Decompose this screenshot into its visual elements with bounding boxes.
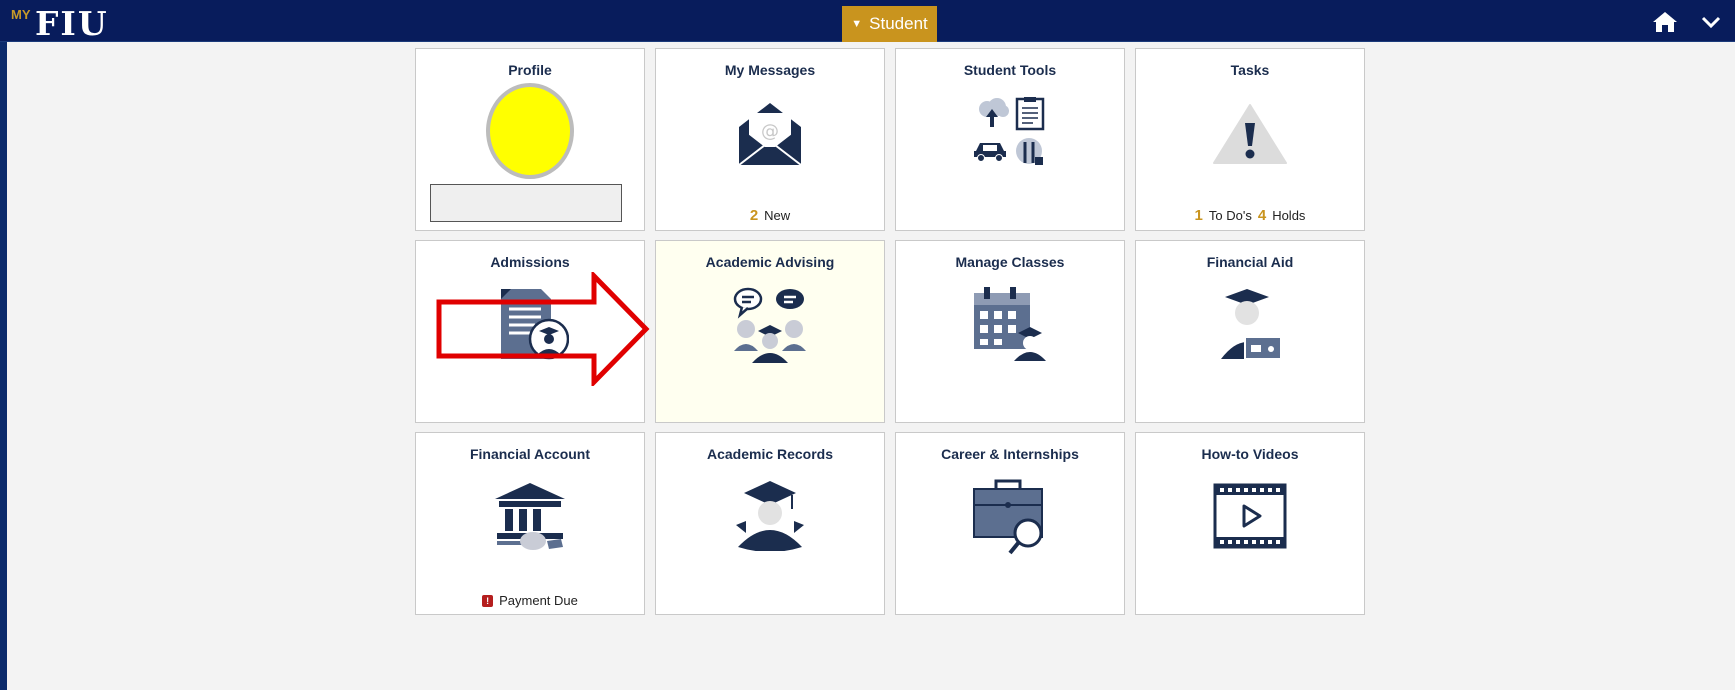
tile-student-tools[interactable]: Student Tools bbox=[895, 48, 1125, 231]
todo-count: 1 bbox=[1194, 207, 1203, 224]
calendar-icon bbox=[974, 287, 1046, 361]
payment-status-label: Payment Due bbox=[499, 593, 578, 608]
logo-my-text: MY bbox=[11, 7, 31, 22]
tile-title: Tasks bbox=[1230, 62, 1270, 78]
tile-career-internships[interactable]: Career & Internships bbox=[895, 432, 1125, 615]
caret-down-icon: ▼ bbox=[851, 18, 863, 30]
tile-title: Financial Aid bbox=[1206, 254, 1294, 270]
tile-title: Career & Internships bbox=[941, 446, 1079, 462]
alert-icon: ! bbox=[482, 594, 494, 607]
academic-advising-icon bbox=[733, 287, 806, 363]
home-icon[interactable] bbox=[1652, 10, 1678, 34]
tile-title: Manage Classes bbox=[955, 254, 1065, 270]
window-frame bbox=[0, 0, 7, 690]
holds-label: Holds bbox=[1272, 208, 1306, 223]
tile-my-messages[interactable]: My Messages @ 2 New bbox=[655, 48, 885, 231]
profile-name-box bbox=[430, 184, 622, 222]
chevron-down-icon[interactable] bbox=[1700, 14, 1722, 30]
warning-icon bbox=[1213, 104, 1287, 164]
annotation-arrow-icon bbox=[436, 272, 650, 386]
role-label: Student bbox=[869, 14, 928, 33]
tile-academic-advising[interactable]: Academic Advising bbox=[655, 240, 885, 423]
tile-tasks[interactable]: Tasks 1 To Do's 4 Holds bbox=[1135, 48, 1365, 231]
avatar bbox=[486, 83, 574, 179]
logo-fiu-text: FIU bbox=[35, 4, 109, 43]
todo-label: To Do's bbox=[1208, 208, 1252, 223]
tile-manage-classes[interactable]: Manage Classes bbox=[895, 240, 1125, 423]
student-tools-icon bbox=[974, 97, 1045, 165]
holds-count: 4 bbox=[1257, 207, 1267, 224]
tile-title: Admissions bbox=[490, 254, 570, 270]
tile-how-to-videos[interactable]: How-to Videos bbox=[1135, 432, 1365, 615]
tile-title: Financial Account bbox=[469, 446, 591, 462]
tile-title: Academic Advising bbox=[705, 254, 835, 270]
tile-title: My Messages bbox=[724, 62, 816, 78]
tile-title: Academic Records bbox=[706, 446, 834, 462]
envelope-icon: @ bbox=[738, 103, 802, 166]
tile-profile[interactable]: Profile bbox=[415, 48, 645, 231]
top-navigation-bar: MY FIU ▼ Student bbox=[0, 0, 1735, 42]
role-selector-button[interactable]: ▼ Student bbox=[842, 6, 937, 42]
graduate-icon bbox=[736, 481, 804, 551]
tile-financial-aid[interactable]: Financial Aid bbox=[1135, 240, 1365, 423]
bank-icon bbox=[495, 483, 565, 550]
tile-academic-records[interactable]: Academic Records bbox=[655, 432, 885, 615]
video-play-icon bbox=[1213, 483, 1287, 549]
new-messages-count: 2 bbox=[749, 207, 759, 224]
financial-aid-icon bbox=[1221, 289, 1282, 360]
tile-title: Student Tools bbox=[963, 62, 1057, 78]
svg-text:@: @ bbox=[761, 121, 779, 142]
tile-title: Profile bbox=[508, 62, 552, 78]
tile-financial-account[interactable]: Financial Account ! Payment Due bbox=[415, 432, 645, 615]
tile-title: How-to Videos bbox=[1201, 446, 1299, 462]
briefcase-icon bbox=[973, 479, 1043, 555]
new-messages-label: New bbox=[764, 208, 791, 223]
